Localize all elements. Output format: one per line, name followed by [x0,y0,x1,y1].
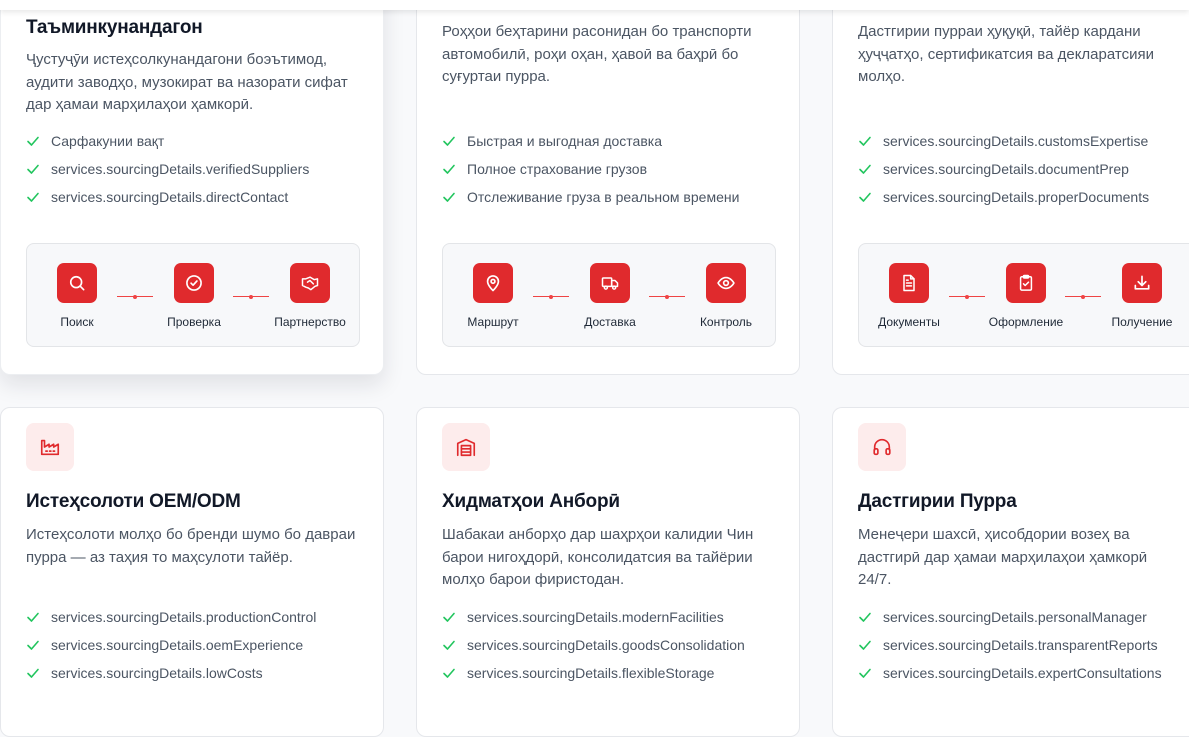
process-step: Контроль [671,263,781,329]
feature-item: services.sourcingDetails.oemExperience [26,631,316,659]
feature-item: services.sourcingDetails.documentPrep [858,155,1149,183]
card-description: Менеҷери шахсӣ, ҳисобдории возеҳ ва даст… [858,526,1148,588]
card-title: Дастгирии Пурра [858,491,1017,512]
card-title: Истеҳсолоти OEM/ODM [26,491,241,512]
service-card-customs[interactable]: Дастгирии пурраи ҳуқуқӣ, тайёр кардани ҳ… [832,0,1189,375]
step-label: Проверка [167,315,221,329]
check-icon [858,610,872,624]
process-step: Партнерство [255,263,365,329]
download-icon [1122,263,1162,303]
top-header-shadow [0,0,1189,10]
clipboard-check-icon [1006,263,1046,303]
process-flow: Поиск Проверка Партнерство [26,243,360,347]
factory-icon [26,423,74,471]
step-label: Оформление [988,315,1064,329]
service-card-suppliers[interactable]: Таъминкунандагон Ҷустуҷӯи истеҳсолкунанд… [0,0,384,375]
service-card-logistics[interactable]: Роҳҳои беҳтарини расонидан бо транспорти… [416,0,800,375]
feature-item: services.sourcingDetails.transparentRepo… [858,631,1162,659]
check-icon [442,610,456,624]
map-pin-icon [473,263,513,303]
process-step: Маршрут [438,263,548,329]
feature-list: services.sourcingDetails.productionContr… [26,603,316,687]
check-icon [858,162,872,176]
warehouse-icon [442,423,490,471]
check-icon [26,134,40,148]
headphones-icon [858,423,906,471]
feature-item: services.sourcingDetails.verifiedSupplie… [26,155,309,183]
step-label: Доставка [584,315,636,329]
service-card-warehouse[interactable]: Хидматҳои Анборӣ Шабакаи анборҳо дар шаҳ… [416,407,800,737]
check-icon [858,666,872,680]
check-icon [26,638,40,652]
process-flow: Документы Оформление Получение [858,243,1189,347]
feature-item: Быстрая и выгодная доставка [442,127,739,155]
feature-item: services.sourcingDetails.expertConsultat… [858,659,1162,687]
feature-item: services.sourcingDetails.personalManager [858,603,1162,631]
feature-item: services.sourcingDetails.goodsConsolidat… [442,631,745,659]
check-icon [26,190,40,204]
feature-list: Быстрая и выгодная доставка Полное страх… [442,127,739,211]
check-icon [26,666,40,680]
feature-list: services.sourcingDetails.modernFacilitie… [442,603,745,687]
card-description: Истеҳсолоти молҳо бо бренди шумо бо давр… [26,526,356,566]
process-step: Получение [1087,263,1189,329]
check-icon [858,134,872,148]
card-title: Таъминкунандагон [26,17,203,38]
card-description: Шабакаи анборҳо дар шаҳрҳои калидии Чин … [442,526,754,588]
process-step: Документы [854,263,964,329]
check-icon [442,162,456,176]
feature-item: Отслеживание груза в реальном времени [442,183,739,211]
feature-list: services.sourcingDetails.customsExpertis… [858,127,1149,211]
step-label: Получение [1111,315,1173,329]
check-icon [442,134,456,148]
feature-item: Сарфакунии вақт [26,127,309,155]
search-icon [57,263,97,303]
feature-item: services.sourcingDetails.lowCosts [26,659,316,687]
check-circle-icon [174,263,214,303]
process-flow: Маршрут Доставка Контроль [442,243,776,347]
feature-list: Сарфакунии вақт services.sourcingDetails… [26,127,309,211]
service-card-support[interactable]: Дастгирии Пурра Менеҷери шахсӣ, ҳисобдор… [832,407,1189,737]
feature-list: services.sourcingDetails.personalManager… [858,603,1162,687]
check-icon [442,666,456,680]
feature-item: services.sourcingDetails.directContact [26,183,309,211]
step-label: Документы [878,315,940,329]
handshake-icon [290,263,330,303]
service-card-oem[interactable]: Истеҳсолоти OEM/ODM Истеҳсолоти молҳо бо… [0,407,384,737]
feature-item: services.sourcingDetails.modernFacilitie… [442,603,745,631]
feature-item: services.sourcingDetails.productionContr… [26,603,316,631]
card-description: Роҳҳои беҳтарини расонидан бо транспорти… [442,23,752,85]
truck-icon [590,263,630,303]
feature-item: services.sourcingDetails.flexibleStorage [442,659,745,687]
card-title: Хидматҳои Анборӣ [442,491,620,512]
eye-icon [706,263,746,303]
step-label: Маршрут [467,315,519,329]
check-icon [26,610,40,624]
feature-item: services.sourcingDetails.customsExpertis… [858,127,1149,155]
step-label: Партнерство [274,315,346,329]
check-icon [442,638,456,652]
step-label: Контроль [699,315,753,329]
check-icon [858,638,872,652]
card-description: Ҷустуҷӯи истеҳсолкунандагони боэътимод, … [26,51,348,113]
check-icon [858,190,872,204]
feature-item: services.sourcingDetails.properDocuments [858,183,1149,211]
check-icon [442,190,456,204]
step-label: Поиск [60,315,94,329]
document-icon [889,263,929,303]
card-description: Дастгирии пурраи ҳуқуқӣ, тайёр кардани ҳ… [858,23,1154,85]
process-step: Поиск [22,263,132,329]
feature-item: Полное страхование грузов [442,155,739,183]
check-icon [26,162,40,176]
